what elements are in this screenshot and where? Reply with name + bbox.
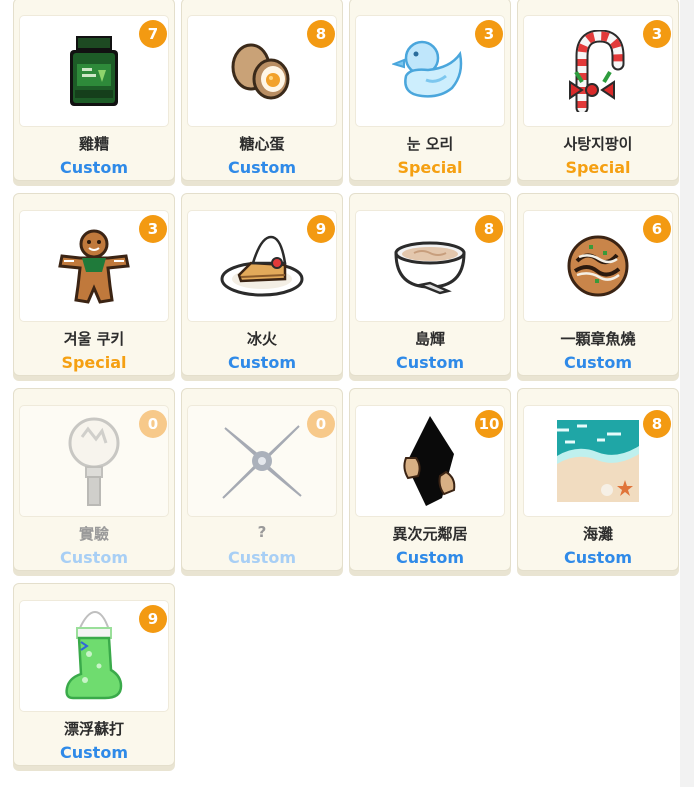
shuriken-icon bbox=[222, 425, 302, 499]
gingerbread-icon bbox=[58, 229, 130, 304]
takoyaki-icon bbox=[567, 235, 629, 297]
item-card[interactable]: 8 海灘 Custom bbox=[517, 388, 679, 571]
soup-bowl-icon bbox=[394, 241, 466, 295]
item-type: Special bbox=[61, 353, 127, 372]
item-type: Custom bbox=[60, 158, 128, 177]
jar-icon bbox=[70, 36, 118, 106]
item-type: Custom bbox=[564, 548, 632, 567]
snow-duck-icon bbox=[392, 40, 463, 98]
count-badge: 3 bbox=[643, 20, 671, 48]
count-badge: 9 bbox=[307, 215, 335, 243]
item-card[interactable]: 3 겨울 쿠키 Special bbox=[13, 193, 175, 376]
count-badge: 3 bbox=[475, 20, 503, 48]
item-type: Custom bbox=[228, 548, 296, 567]
item-name: 冰火 bbox=[246, 330, 277, 348]
egg-icon bbox=[231, 43, 290, 100]
item-type: Special bbox=[397, 158, 463, 177]
item-name: 漂浮蘇打 bbox=[63, 720, 124, 738]
item-card[interactable]: 3 사탕지팡이 Special bbox=[517, 0, 679, 181]
item-name: 一顆章魚燒 bbox=[560, 330, 636, 348]
item-type: Custom bbox=[60, 548, 128, 567]
item-name: 糖心蛋 bbox=[239, 135, 285, 153]
item-name: 島輝 bbox=[414, 330, 445, 348]
item-card[interactable]: 9 漂浮蘇打 Custom bbox=[13, 583, 175, 766]
item-card-locked[interactable]: 0 ? Custom bbox=[181, 388, 343, 571]
item-type: Custom bbox=[228, 353, 296, 372]
item-type: Custom bbox=[564, 353, 632, 372]
count-badge: 7 bbox=[139, 20, 167, 48]
count-badge: 0 bbox=[139, 410, 167, 438]
count-badge: 10 bbox=[475, 410, 503, 438]
item-name: 雞糟 bbox=[78, 135, 109, 153]
item-name: 異次元鄰居 bbox=[392, 525, 468, 543]
item-type: Custom bbox=[228, 158, 296, 177]
count-badge: 9 bbox=[139, 605, 167, 633]
count-badge: 8 bbox=[643, 410, 671, 438]
beach-icon bbox=[557, 420, 639, 502]
count-badge: 0 bbox=[307, 410, 335, 438]
candy-cane-icon bbox=[569, 30, 625, 112]
item-card[interactable]: 10 異次元鄰居 Custom bbox=[349, 388, 511, 571]
item-card-locked[interactable]: 0 實驗 Custom bbox=[13, 388, 175, 571]
item-card[interactable]: 8 糖心蛋 Custom bbox=[181, 0, 343, 181]
item-name: 겨울 쿠키 bbox=[63, 330, 125, 348]
scrollbar-track[interactable] bbox=[680, 0, 694, 787]
dessert-plate-icon bbox=[220, 235, 304, 297]
item-name: 사탕지팡이 bbox=[563, 135, 633, 153]
item-grid: 7 雞糟 Custom 8 糖心蛋 Custom 3 눈 오리 Special … bbox=[13, 0, 679, 766]
item-type: Special bbox=[565, 158, 631, 177]
item-type: Custom bbox=[396, 548, 464, 567]
count-badge: 6 bbox=[643, 215, 671, 243]
lightstick-icon bbox=[68, 417, 120, 506]
item-name: 눈 오리 bbox=[406, 135, 454, 153]
item-name: 實驗 bbox=[78, 525, 109, 543]
shadow-hands-icon bbox=[403, 416, 456, 506]
item-type: Custom bbox=[396, 353, 464, 372]
item-card[interactable]: 8 島輝 Custom bbox=[349, 193, 511, 376]
item-card[interactable]: 6 一顆章魚燒 Custom bbox=[517, 193, 679, 376]
item-name: ? bbox=[257, 523, 267, 541]
count-badge: 3 bbox=[139, 215, 167, 243]
item-name: 海灘 bbox=[582, 525, 613, 543]
item-card[interactable]: 7 雞糟 Custom bbox=[13, 0, 175, 181]
item-card[interactable]: 9 冰火 Custom bbox=[181, 193, 343, 376]
item-card[interactable]: 3 눈 오리 Special bbox=[349, 0, 511, 181]
item-type: Custom bbox=[60, 743, 128, 762]
count-badge: 8 bbox=[475, 215, 503, 243]
soda-stocking-icon bbox=[65, 610, 123, 700]
count-badge: 8 bbox=[307, 20, 335, 48]
